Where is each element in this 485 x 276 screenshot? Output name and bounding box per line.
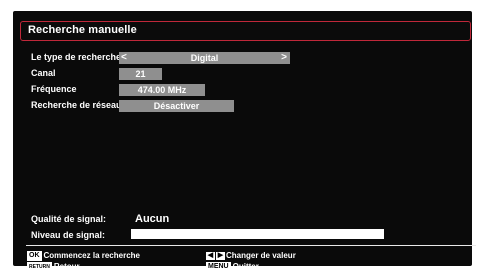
chevron-right-icon[interactable]: >: [281, 52, 287, 64]
menu-key-icon: MENU: [206, 262, 231, 272]
channel-field[interactable]: 21: [119, 68, 162, 80]
signal-level-label: Niveau de signal:: [31, 230, 106, 240]
signal-quality-label: Qualité de signal:: [31, 214, 107, 224]
title-bar: Recherche manuelle: [20, 21, 471, 41]
frequency-field[interactable]: 474.00 MHz: [119, 84, 205, 96]
search-type-label: Le type de recherche: [31, 52, 122, 62]
arrow-right-key-icon: ▶: [216, 251, 225, 260]
network-search-field[interactable]: Désactiver: [119, 100, 234, 112]
channel-label: Canal: [31, 68, 56, 78]
search-type-selector[interactable]: < Digital >: [119, 52, 290, 64]
footer-change-value[interactable]: ◀ ▶ Changer de valeur: [206, 251, 296, 260]
search-type-value: Digital: [190, 53, 219, 63]
page-title: Recherche manuelle: [28, 24, 137, 36]
footer-quit[interactable]: MENU Quitter: [206, 262, 259, 272]
footer-start-label: Commencez la recherche: [43, 251, 141, 261]
footer-back[interactable]: RETURN Retour: [27, 262, 80, 272]
chevron-left-icon[interactable]: <: [121, 52, 127, 64]
footer-quit-label: Quitter: [232, 262, 259, 272]
network-search-value: Désactiver: [153, 101, 200, 111]
footer-back-label: Retour: [53, 262, 80, 272]
footer-start-search[interactable]: OK Commencez la recherche: [27, 251, 140, 261]
frequency-value: 474.00 MHz: [137, 85, 187, 95]
arrow-left-key-icon: ◀: [206, 251, 215, 260]
footer-divider: [26, 245, 476, 246]
signal-quality-value: Aucun: [135, 213, 170, 225]
network-search-label: Recherche de réseau: [31, 100, 122, 110]
signal-level-bar: [131, 229, 384, 239]
channel-value: 21: [135, 69, 146, 79]
footer-change-label: Changer de valeur: [226, 251, 296, 260]
manual-search-screen: Recherche manuelle Le type de recherche …: [13, 11, 476, 272]
frequency-label: Fréquence: [31, 84, 77, 94]
return-key-icon: RETURN: [27, 262, 52, 272]
ok-key-icon: OK: [27, 251, 42, 261]
